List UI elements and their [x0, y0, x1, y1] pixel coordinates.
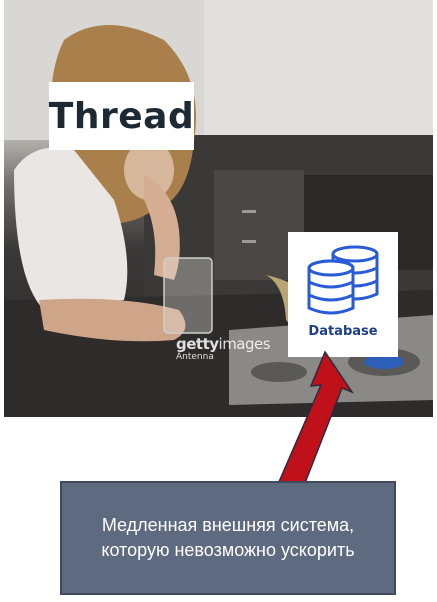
caption-line-1: Медленная внешняя система,	[101, 515, 355, 535]
caption-box: Медленная внешняя система, которую невоз…	[60, 481, 396, 595]
caption-line-2: которую невозможно ускорить	[101, 540, 355, 560]
